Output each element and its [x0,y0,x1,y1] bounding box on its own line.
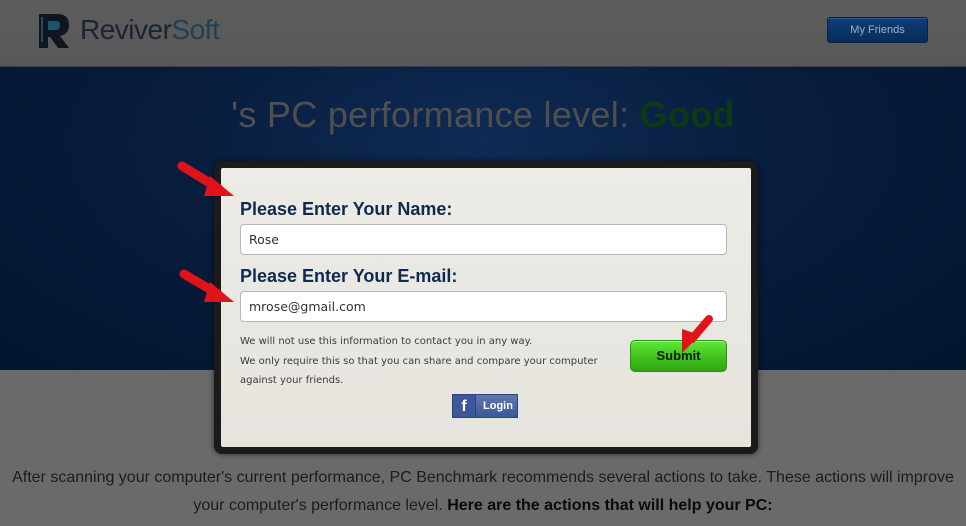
logo-text-reviver: Reviver [80,14,172,45]
my-friends-button[interactable]: My Friends [827,17,928,43]
description-line-2-text: your computer's performance level. [193,497,448,514]
description-line-1: After scanning your computer's current p… [12,469,954,486]
red-arrow-icon [179,269,234,302]
performance-level: Good [639,94,735,135]
red-arrow-icon [682,315,713,353]
email-label: Please Enter Your E-mail: [240,266,458,286]
performance-title-text: 's PC performance level: [231,94,640,135]
logo-text-soft: Soft [171,14,220,45]
header-bar: ReviverSoft My Friends [0,0,966,67]
privacy-note-line-3: against your friends. [240,375,344,386]
description-line-2: your computer's performance level. Here … [0,492,966,520]
facebook-login-label: Login [483,400,513,412]
red-arrow-icon [177,161,234,196]
name-label: Please Enter Your Name: [240,199,453,219]
privacy-note-line-1: We will not use this information to cont… [240,336,533,347]
name-input[interactable] [240,224,727,255]
description-highlight: Here are the actions that will help your… [447,497,773,514]
facebook-login-button[interactable]: f Login [452,394,518,418]
signup-modal: Please Enter Your Name: Please Enter You… [214,161,758,454]
description-text: After scanning your computer's current p… [0,464,966,520]
email-input[interactable] [240,291,727,322]
performance-title: 's PC performance level: Good [0,94,966,136]
privacy-note: We will not use this information to cont… [240,332,610,391]
reviversoft-logo-icon[interactable] [37,12,71,50]
signup-modal-panel: Please Enter Your Name: Please Enter You… [221,168,751,447]
logo-text[interactable]: ReviverSoft [80,14,220,46]
facebook-icon: f [453,395,476,417]
privacy-note-line-2: We only require this so that you can sha… [240,355,598,367]
